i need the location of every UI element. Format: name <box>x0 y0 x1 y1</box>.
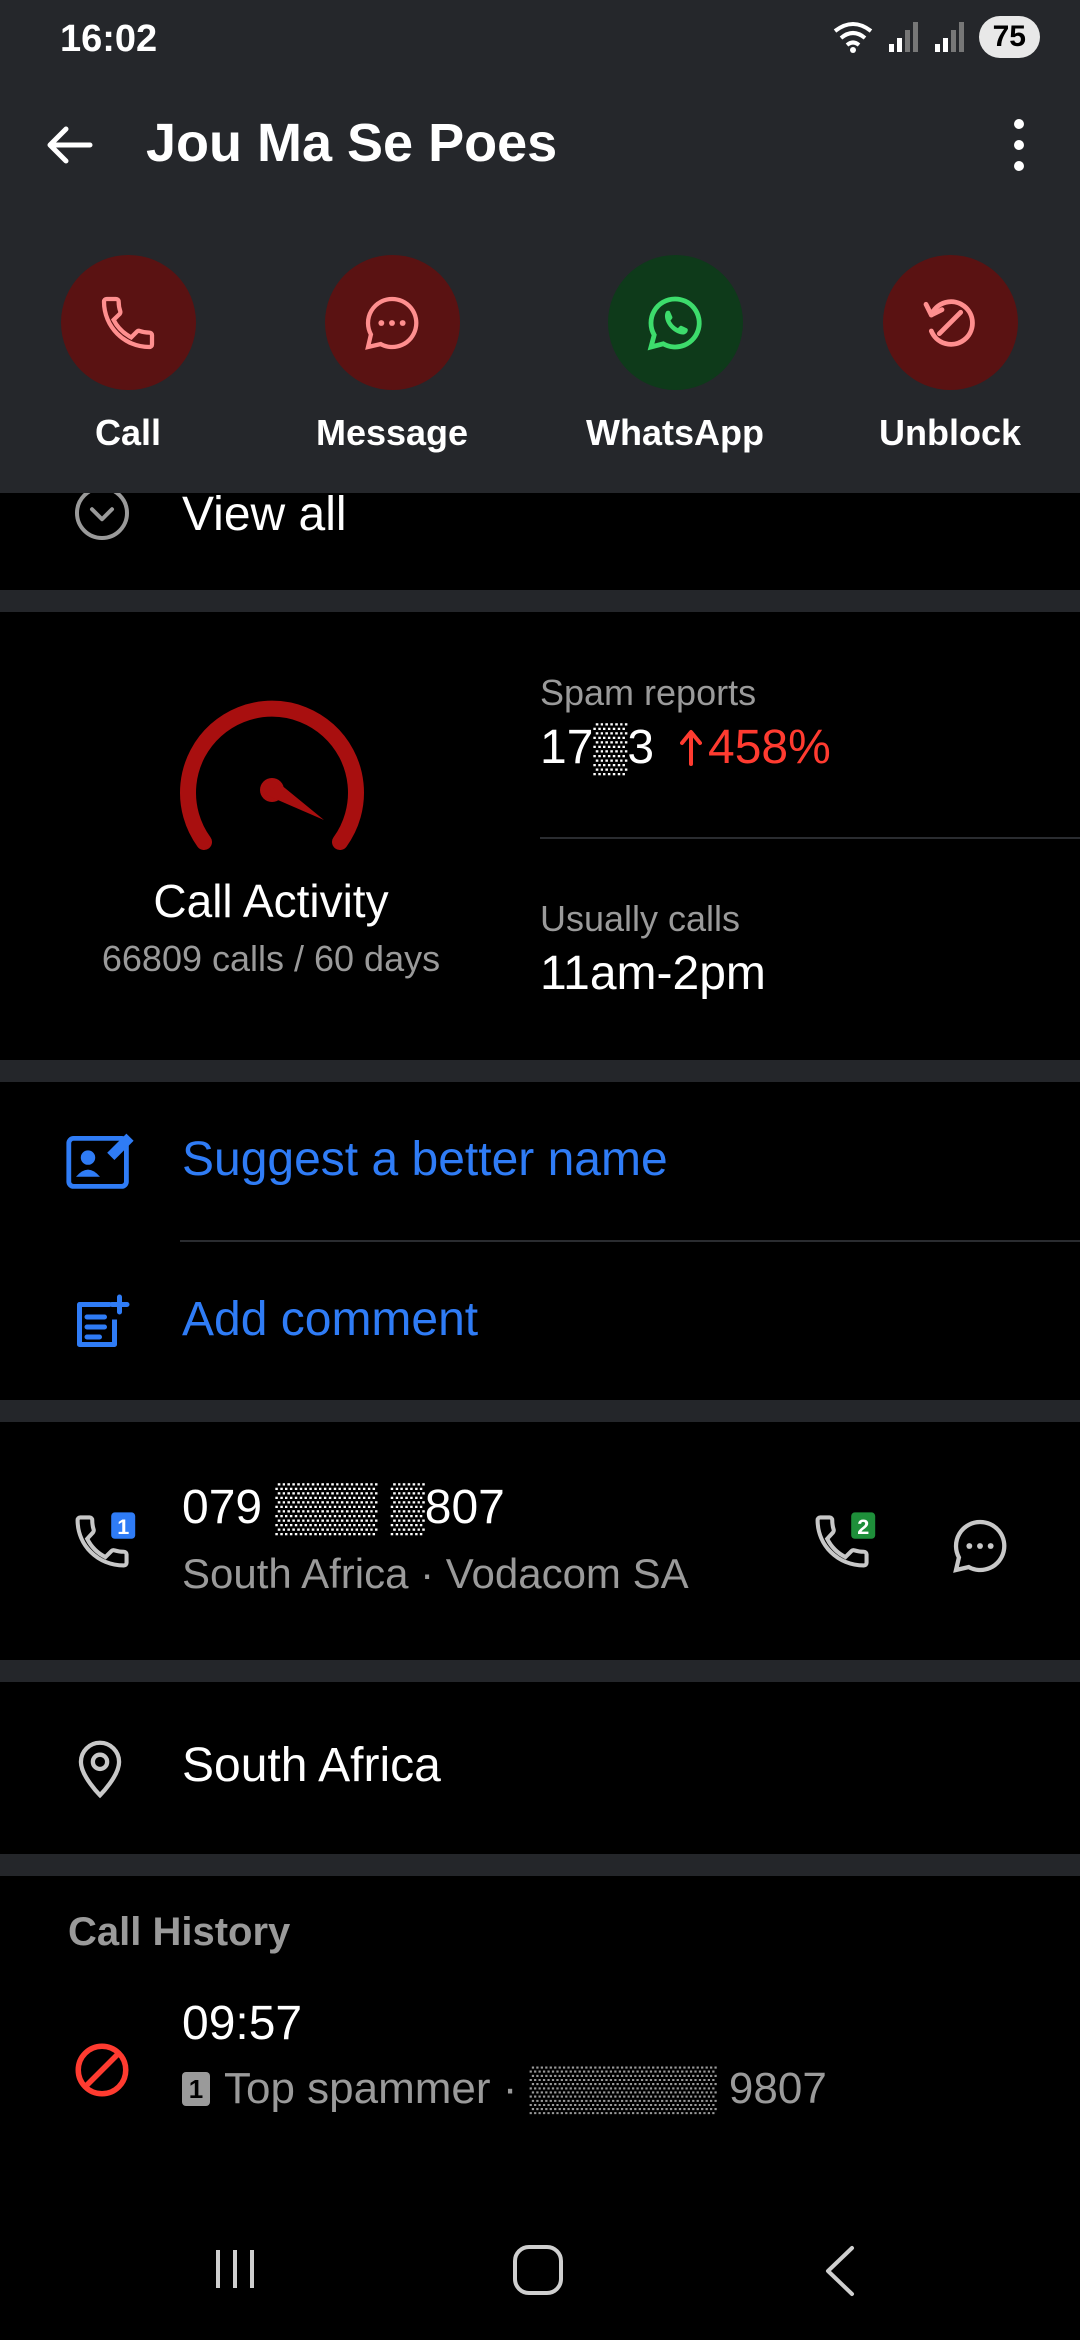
message-icon <box>365 296 419 350</box>
phone-number-row[interactable]: 1 079 ▒▒▒ ▒807 South Africa · Vodacom SA… <box>0 1422 1080 1660</box>
call-label: Call <box>94 412 162 453</box>
status-icons: 75 <box>831 16 1040 58</box>
signal-icon <box>888 22 918 52</box>
status-bar: 16:02 75 <box>0 0 1080 80</box>
section-divider <box>0 1060 1080 1082</box>
arrow-up-icon <box>680 729 702 766</box>
sim2-badge: 2 <box>857 1514 869 1539</box>
stats-rule <box>540 837 1080 839</box>
phone-carrier: South Africa · Vodacom SA <box>182 1550 689 1597</box>
sim-badge: 1 <box>182 2072 210 2106</box>
section-divider <box>0 590 1080 612</box>
call-button-circle[interactable] <box>60 255 196 390</box>
message-button[interactable]: Message <box>292 255 492 454</box>
call-history-title: Call History <box>68 1910 291 1954</box>
wifi-icon <box>833 22 872 53</box>
more-vert-icon[interactable] <box>994 112 1044 178</box>
sim1-badge: 1 <box>117 1514 129 1539</box>
add-comment-label: Add comment <box>182 1293 479 1346</box>
sim2-call-icon[interactable]: 2 <box>808 1510 880 1582</box>
location-pin-icon <box>78 1740 122 1799</box>
usually-calls-label: Usually calls <box>540 898 741 939</box>
suggest-name-label: Suggest a better name <box>182 1133 668 1186</box>
home-icon[interactable] <box>510 2242 566 2298</box>
spam-change: 458% <box>680 720 831 775</box>
spam-change-value: 458% <box>708 721 831 774</box>
battery-indicator: 75 <box>978 16 1040 58</box>
section-divider <box>0 1660 1080 1682</box>
spam-reports-label: Spam reports <box>540 672 757 713</box>
call-history-desc: Top spammer · ▒▒▒▒▒▒ 9807 <box>224 2064 827 2113</box>
call-history-time: 09:57 <box>182 1997 303 2050</box>
contact-name: Jou Ma Se Poes <box>146 113 558 173</box>
unblock-button[interactable]: Unblock <box>850 255 1050 454</box>
view-all-row[interactable]: View all <box>0 493 1080 588</box>
message-button-circle[interactable] <box>324 255 460 390</box>
recent-apps-icon[interactable] <box>210 2244 260 2294</box>
spam-reports-value: 17▒3 <box>540 721 655 774</box>
message-label: Message <box>315 412 469 453</box>
call-history-section: Call History 09:57 1 Top spammer · ▒▒▒▒▒… <box>0 1876 1080 2176</box>
suggest-name-row[interactable]: Suggest a better name <box>0 1082 1080 1242</box>
whatsapp-button[interactable]: WhatsApp <box>575 255 775 454</box>
phone-icon <box>101 296 155 349</box>
section-divider <box>0 1854 1080 1876</box>
call-activity-sub: 66809 calls / 60 days <box>101 938 441 979</box>
whatsapp-icon <box>647 296 702 350</box>
contact-header: 16:02 75 Jou Ma Se Poes Call Message Wha… <box>0 0 1080 493</box>
section-divider <box>0 1400 1080 1422</box>
system-nav-bar <box>0 2200 1080 2340</box>
call-button[interactable]: Call <box>28 255 228 454</box>
view-all-label: View all <box>182 493 347 541</box>
action-buttons: Call Message WhatsApp Unblock <box>0 255 1080 455</box>
location-label: South Africa <box>182 1739 441 1792</box>
edit-contact-icon <box>66 1133 134 1189</box>
whatsapp-label: WhatsApp <box>586 412 764 453</box>
sms-icon[interactable] <box>948 1514 1012 1578</box>
stats-card: Call Activity 66809 calls / 60 days Spam… <box>0 612 1080 1060</box>
unblock-button-circle[interactable] <box>882 255 1018 390</box>
add-comment-icon <box>77 1294 130 1347</box>
usually-calls-value: 11am-2pm <box>540 947 766 1000</box>
signal-icon-2 <box>934 22 964 52</box>
call-activity-label: Call Activity <box>153 875 389 927</box>
status-time: 16:02 <box>60 18 158 60</box>
add-comment-row[interactable]: Add comment <box>0 1242 1080 1400</box>
whatsapp-button-circle[interactable] <box>607 255 743 390</box>
call-history-item[interactable]: 09:57 1 Top spammer · ▒▒▒▒▒▒ 9807 <box>0 1996 1080 2166</box>
location-row: South Africa <box>0 1682 1080 1854</box>
back-arrow-icon[interactable] <box>40 115 100 175</box>
unblock-label: Unblock <box>878 412 1021 453</box>
unblock-icon <box>923 298 975 347</box>
back-nav-icon[interactable] <box>820 2244 860 2298</box>
chevron-down-circle-icon <box>75 493 129 540</box>
sim1-call-icon[interactable]: 1 <box>68 1510 140 1582</box>
phone-number: 079 ▒▒▒ ▒807 <box>182 1481 505 1534</box>
blocked-icon <box>75 2043 129 2097</box>
call-history-desc-row: 1 Top spammer · ▒▒▒▒▒▒ 9807 <box>182 2064 827 2114</box>
gauge-icon <box>180 700 364 850</box>
